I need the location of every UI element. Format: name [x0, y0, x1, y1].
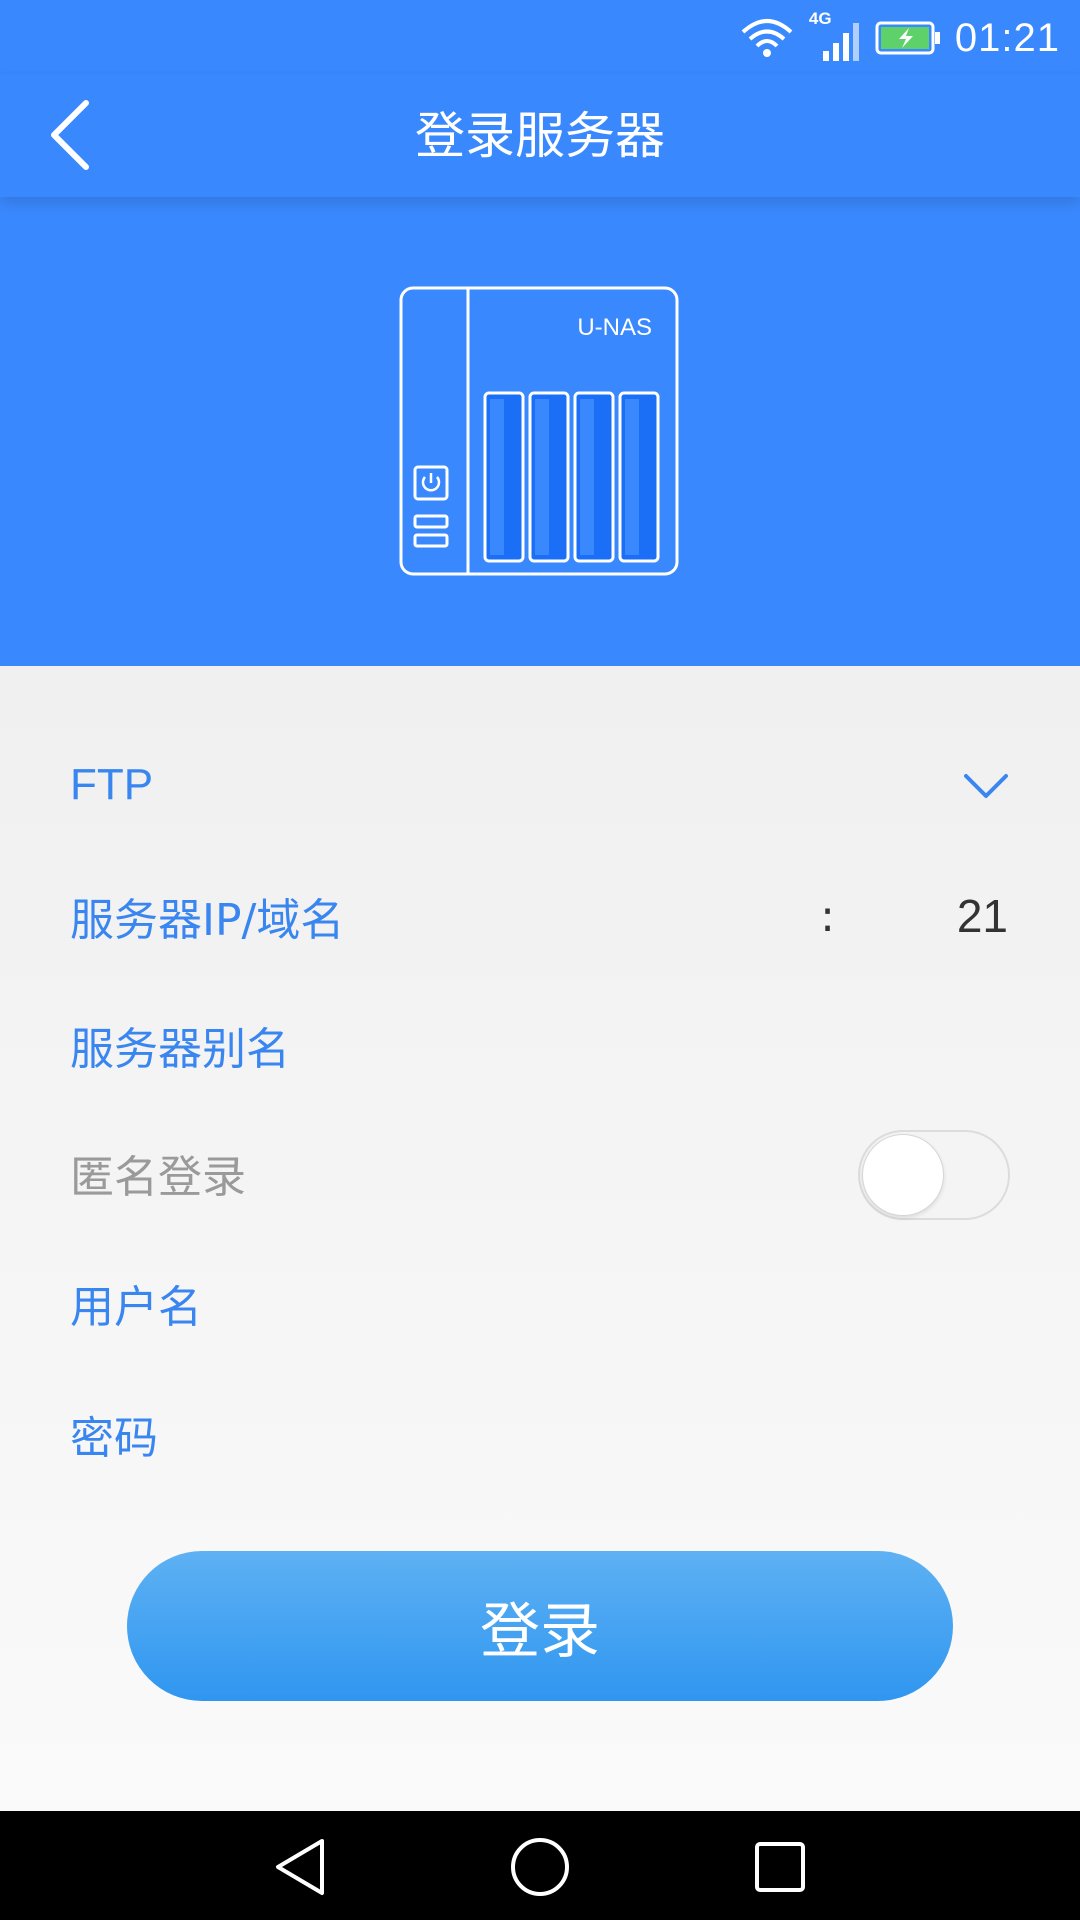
username-label: 用户名	[70, 1282, 202, 1333]
wifi-icon	[741, 19, 793, 57]
status-bar: 4G 01:21	[0, 0, 1080, 75]
login-button[interactable]: 登录	[127, 1551, 953, 1701]
header-area: 4G 01:21 登录服务器 U-NAS	[0, 0, 1080, 666]
home-circle-icon	[511, 1838, 569, 1896]
navigation-bar	[0, 1811, 1080, 1920]
server-ip-field[interactable]: 服务器IP/域名 : 21	[70, 861, 1010, 971]
toggle-knob	[862, 1134, 944, 1216]
device-label: U-NAS	[577, 314, 652, 341]
status-time: 01:21	[954, 15, 1060, 60]
port-field[interactable]: 21	[957, 889, 1008, 943]
nav-back-button[interactable]	[260, 1827, 340, 1907]
page-title: 登录服务器	[415, 107, 665, 165]
server-ip-label: 服务器IP/域名	[70, 895, 345, 946]
nav-recents-button[interactable]	[740, 1827, 820, 1907]
nav-home-button[interactable]	[500, 1827, 580, 1907]
nas-device-illustration: U-NAS	[399, 286, 679, 576]
password-label: 密码	[70, 1413, 158, 1464]
back-triangle-icon	[276, 1839, 324, 1895]
password-field[interactable]: 密码	[70, 1379, 1010, 1489]
anonymous-login-toggle[interactable]	[858, 1130, 1010, 1220]
server-alias-field[interactable]: 服务器别名	[70, 990, 1010, 1100]
protocol-value: FTP	[70, 760, 154, 809]
anonymous-login-label: 匿名登录	[70, 1152, 246, 1203]
title-bar: 登录服务器	[0, 75, 1080, 197]
status-icons: 4G 01:21	[739, 9, 1060, 66]
anonymous-login-row: 匿名登录	[70, 1118, 1010, 1228]
chevron-down-icon	[964, 774, 1008, 798]
server-alias-label: 服务器别名	[70, 1024, 290, 1075]
signal-icon: 4G	[809, 9, 861, 63]
username-field[interactable]: 用户名	[70, 1248, 1010, 1358]
port-separator: :	[820, 890, 835, 942]
battery-charging-icon	[875, 21, 940, 55]
protocol-select[interactable]: FTP	[70, 730, 1010, 840]
recents-square-icon	[755, 1842, 805, 1892]
